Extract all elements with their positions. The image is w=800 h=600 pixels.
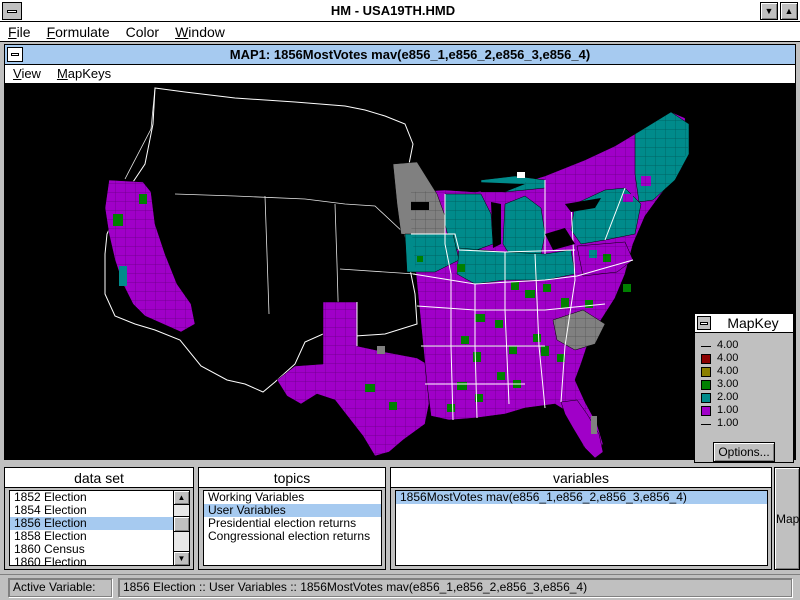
legend-swatch	[701, 367, 711, 377]
data-set-scrollbar[interactable]: ▲ ▼	[173, 491, 189, 565]
legend-swatch	[701, 354, 711, 364]
data-set-list[interactable]: 1852 Election 1854 Election 1856 Electio…	[9, 490, 190, 566]
status-value: 1856 Election :: User Variables :: 1856M…	[118, 578, 792, 597]
menu-color[interactable]: Color	[118, 22, 167, 40]
legend-line-icon	[701, 346, 711, 347]
list-item[interactable]: 1860 Election	[10, 556, 189, 566]
mapkey-titlebar: MapKey	[695, 314, 793, 333]
data-set-header: data set	[5, 468, 193, 488]
status-label: Active Variable:	[8, 578, 112, 597]
map-window-title: MAP1: 1856MostVotes mav(e856_1,e856_2,e8…	[229, 47, 591, 62]
map-window-titlebar: MAP1: 1856MostVotes mav(e856_1,e856_2,e8…	[5, 45, 795, 65]
menu-formulate[interactable]: Formulate	[39, 22, 118, 40]
menu-mapkeys[interactable]: MapKeys	[49, 65, 119, 81]
legend-line-icon	[701, 424, 711, 425]
menu-file[interactable]: File	[0, 22, 39, 40]
list-item[interactable]: Congressional election returns	[204, 530, 381, 543]
map-menubar: View MapKeys	[5, 65, 795, 84]
variables-list[interactable]: 1856MostVotes mav(e856_1,e856_2,e856_3,e…	[395, 490, 768, 566]
maximize-icon[interactable]: ▲	[780, 2, 798, 20]
scroll-up-icon[interactable]: ▲	[174, 491, 189, 505]
legend-swatch	[701, 393, 711, 403]
mapkey-window[interactable]: MapKey 4.00 4.00 4.00 3.00 2.00 1.00 1.0…	[694, 313, 794, 463]
variables-panel: variables 1856MostVotes mav(e856_1,e856_…	[390, 467, 772, 570]
topics-list[interactable]: Working Variables User Variables Preside…	[203, 490, 382, 566]
map-window: MAP1: 1856MostVotes mav(e856_1,e856_2,e8…	[4, 44, 796, 460]
topics-header: topics	[199, 468, 385, 488]
legend-swatch	[701, 406, 711, 416]
minimize-icon[interactable]: ▼	[760, 2, 778, 20]
app-menubar: File Formulate Color Window	[0, 22, 800, 42]
mapkey-system-menu-icon[interactable]	[697, 316, 711, 330]
map-system-menu-icon[interactable]	[7, 47, 23, 62]
map-button[interactable]: Map	[774, 467, 800, 570]
scroll-thumb[interactable]	[174, 516, 189, 532]
scroll-down-icon[interactable]: ▼	[174, 551, 189, 565]
data-set-panel: data set 1852 Election 1854 Election 185…	[4, 467, 194, 570]
mapkey-title: MapKey	[727, 315, 779, 331]
app-title: HM - USA19TH.HMD	[330, 3, 456, 18]
list-item-selected[interactable]: 1856MostVotes mav(e856_1,e856_2,e856_3,e…	[396, 491, 767, 504]
app-titlebar: HM - USA19TH.HMD ▼ ▲	[0, 0, 800, 22]
mapkey-options-button[interactable]: Options...	[713, 442, 775, 462]
legend-swatch	[701, 380, 711, 390]
variables-header: variables	[391, 468, 771, 488]
menu-window[interactable]: Window	[167, 22, 233, 40]
us-choropleth-map[interactable]	[5, 84, 795, 459]
app-system-menu-icon[interactable]	[2, 2, 22, 20]
menu-view[interactable]: View	[5, 65, 49, 81]
topics-panel: topics Working Variables User Variables …	[198, 467, 386, 570]
status-bar: Active Variable: 1856 Election :: User V…	[0, 574, 800, 600]
